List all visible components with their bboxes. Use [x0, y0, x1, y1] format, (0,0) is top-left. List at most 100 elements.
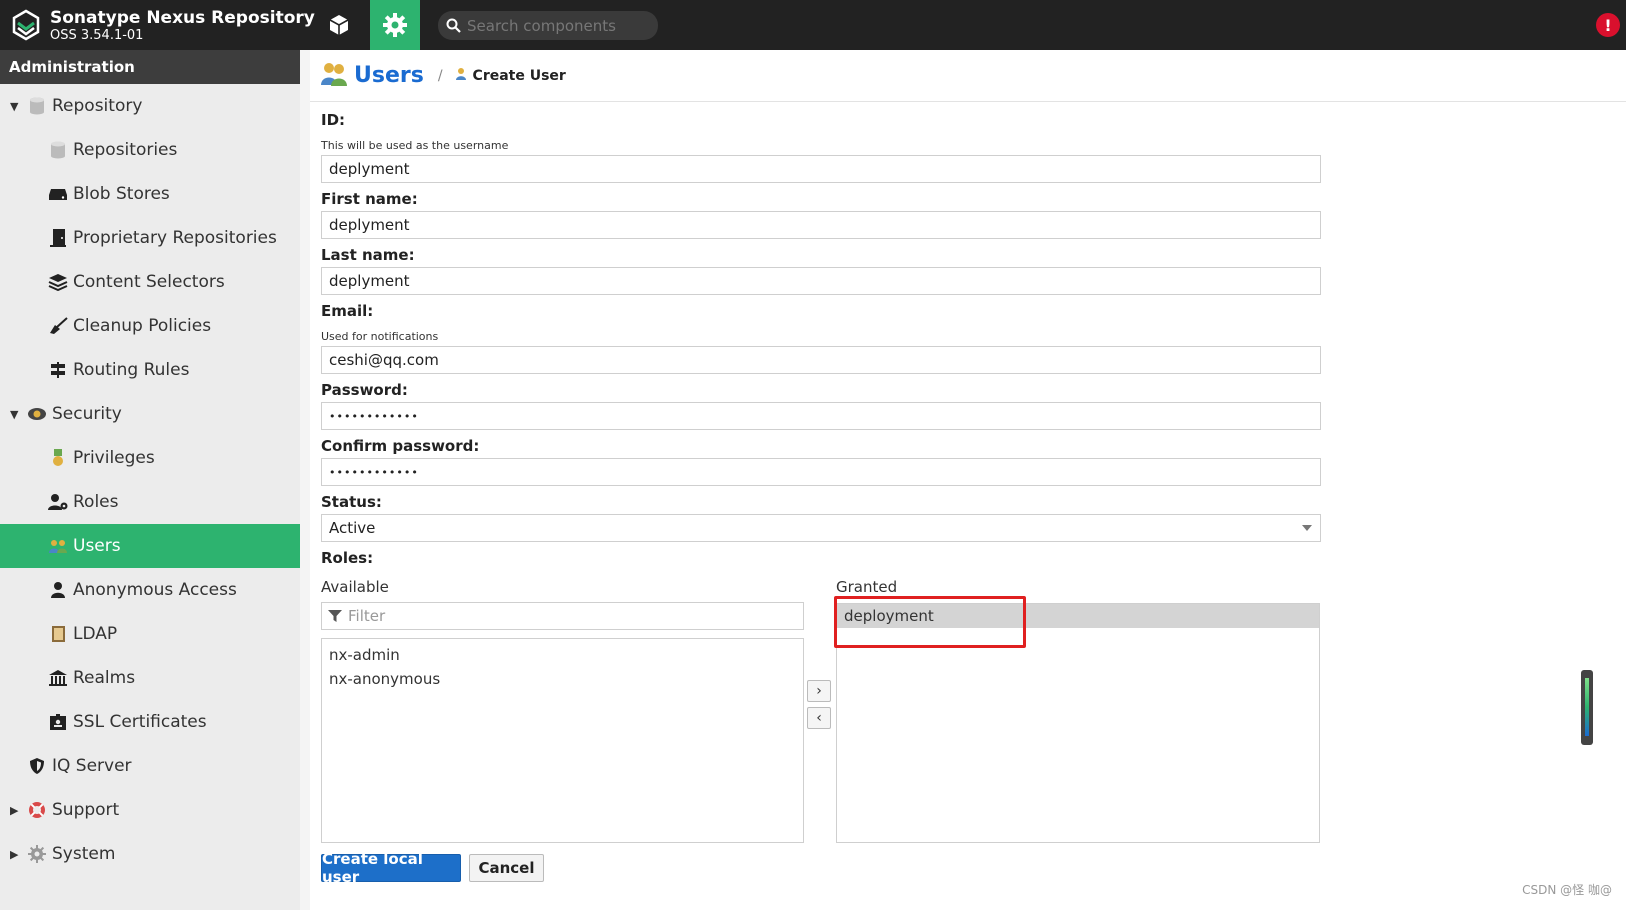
confirm-password-field[interactable]: ••••••••••••	[321, 458, 1321, 486]
email-help: Used for notifications	[321, 330, 439, 343]
layers-icon	[47, 271, 69, 293]
annotation-highlight	[834, 596, 1026, 648]
app-version: OSS 3.54.1-01	[50, 27, 144, 43]
sidebar-item-label: Content Selectors	[73, 272, 225, 292]
sidebar-item-routing-rules[interactable]: Routing Rules	[0, 348, 300, 392]
roles-label: Roles:	[321, 549, 374, 567]
chevron-down-icon[interactable]	[1302, 525, 1312, 531]
confirm-password-label: Confirm password:	[321, 437, 480, 455]
watermark: CSDN @怪 咖@	[1522, 883, 1612, 897]
status-select[interactable]: Active	[321, 514, 1321, 542]
status-label: Status:	[321, 493, 382, 511]
sidebar-item-label: SSL Certificates	[73, 712, 207, 732]
search-box[interactable]	[438, 11, 658, 40]
administration-button[interactable]	[370, 0, 420, 50]
caret-right-icon[interactable]: ▶	[10, 804, 24, 817]
move-left-button[interactable]: ‹	[807, 707, 831, 729]
first-name-label: First name:	[321, 190, 418, 208]
password-field[interactable]: ••••••••••••	[321, 402, 1321, 430]
door-icon	[47, 227, 69, 249]
id-help: This will be used as the username	[321, 139, 509, 152]
sidebar-item-ssl-certificates[interactable]: SSL Certificates	[0, 700, 300, 744]
broom-icon	[47, 315, 69, 337]
password-label: Password:	[321, 381, 408, 399]
sidebar-item-support[interactable]: ▶ Support	[0, 788, 300, 832]
sidebar-item-label: Security	[52, 404, 122, 424]
user-icon	[455, 66, 467, 85]
cube-icon	[329, 15, 349, 35]
users-icon	[47, 535, 69, 557]
users-icon	[320, 61, 348, 91]
id-label: ID:	[321, 111, 346, 129]
id-card-icon	[47, 711, 69, 733]
sidebar-item-roles[interactable]: Roles	[0, 480, 300, 524]
available-label: Available	[321, 578, 389, 596]
sidebar-item-users[interactable]: Users	[0, 524, 300, 568]
search-input[interactable]	[467, 16, 652, 35]
sidebar-item-label: Privileges	[73, 448, 155, 468]
last-name-field[interactable]: deplyment	[321, 267, 1321, 295]
sidebar-item-label: Proprietary Repositories	[73, 228, 277, 248]
move-right-button[interactable]: ›	[807, 680, 831, 702]
sidebar-item-label: LDAP	[73, 624, 118, 644]
breadcrumb: Create User	[472, 67, 566, 84]
breadcrumb-separator: /	[437, 67, 443, 84]
first-name-field[interactable]: deplyment	[321, 211, 1321, 239]
sidebar-item-blob-stores[interactable]: Blob Stores	[0, 172, 300, 216]
sidebar-item-label: Cleanup Policies	[73, 316, 212, 336]
brand[interactable]: Sonatype Nexus Repository OSS 3.54.1-01	[8, 4, 315, 46]
app-title: Sonatype Nexus Repository	[50, 7, 315, 28]
user-gear-icon	[47, 491, 69, 513]
browse-button[interactable]	[314, 0, 364, 50]
filter-placeholder: Filter	[348, 607, 386, 625]
id-field[interactable]: deplyment	[321, 155, 1321, 183]
cancel-button[interactable]: Cancel	[469, 854, 544, 882]
create-local-user-button[interactable]: Create local user	[321, 850, 461, 886]
caret-down-icon[interactable]: ▼	[10, 408, 24, 421]
sidebar-item-label: Repository	[52, 96, 143, 116]
sidebar-item-proprietary-repositories[interactable]: Proprietary Repositories	[0, 216, 300, 260]
list-item[interactable]: nx-admin	[322, 643, 803, 667]
sidebar-item-label: Routing Rules	[73, 360, 190, 380]
book-icon	[47, 623, 69, 645]
alert-icon[interactable]: !	[1596, 13, 1620, 37]
sidebar-item-label: Users	[73, 536, 121, 556]
building-icon	[47, 667, 69, 689]
sidebar-item-privileges[interactable]: Privileges	[0, 436, 300, 480]
medal-icon	[47, 447, 69, 469]
sidebar-item-label: Anonymous Access	[73, 580, 237, 600]
sidebar-item-repository[interactable]: ▼ Repository	[0, 84, 300, 128]
lifebuoy-icon	[26, 799, 48, 821]
sidebar-item-ldap[interactable]: LDAP	[0, 612, 300, 656]
sidebar-item-cleanup-policies[interactable]: Cleanup Policies	[0, 304, 300, 348]
sidebar-item-label: Roles	[73, 492, 119, 512]
list-item[interactable]: nx-anonymous	[322, 667, 803, 691]
email-label: Email:	[321, 302, 374, 320]
filter-icon	[328, 610, 342, 622]
shield-icon	[26, 755, 48, 777]
sidebar-header: Administration	[0, 50, 300, 84]
sidebar-item-anonymous-access[interactable]: Anonymous Access	[0, 568, 300, 612]
top-bar: Sonatype Nexus Repository OSS 3.54.1-01	[0, 0, 1626, 50]
sidebar-item-label: System	[52, 844, 116, 864]
available-roles-list[interactable]: nx-admin nx-anonymous	[321, 638, 804, 843]
signpost-icon	[47, 359, 69, 381]
caret-right-icon[interactable]: ▶	[10, 848, 24, 861]
sidebar-item-label: Realms	[73, 668, 136, 688]
nexus-logo-icon	[12, 9, 40, 41]
last-name-label: Last name:	[321, 246, 415, 264]
sidebar-item-security[interactable]: ▼ Security	[0, 392, 300, 436]
sidebar-item-system[interactable]: ▶ System	[0, 832, 300, 876]
database-icon	[26, 95, 48, 117]
side-scroll-widget[interactable]	[1581, 670, 1593, 745]
sidebar-item-iq-server[interactable]: ▼ IQ Server	[0, 744, 300, 788]
page-title[interactable]: Users	[354, 63, 424, 88]
roles-filter[interactable]: Filter	[321, 602, 804, 630]
user-icon	[47, 579, 69, 601]
email-field[interactable]: ceshi@qq.com	[321, 346, 1321, 374]
sidebar-item-content-selectors[interactable]: Content Selectors	[0, 260, 300, 304]
sidebar-item-realms[interactable]: Realms	[0, 656, 300, 700]
sidebar-item-repositories[interactable]: Repositories	[0, 128, 300, 172]
caret-down-icon[interactable]: ▼	[10, 100, 24, 113]
status-value: Active	[329, 519, 376, 537]
